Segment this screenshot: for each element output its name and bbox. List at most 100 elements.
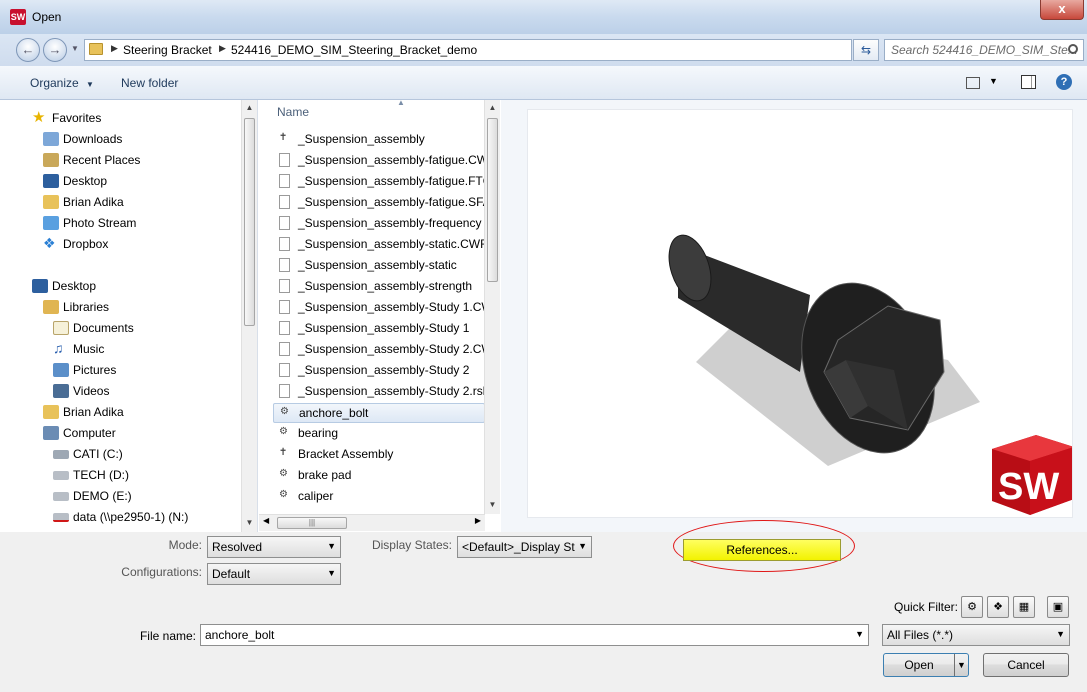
filter-top-level-assemblies-icon[interactable]: ▣	[1047, 596, 1069, 618]
file-list-scrollbar[interactable]: ▲ ▼	[484, 100, 500, 514]
file-row[interactable]: ⚙ caliper	[273, 487, 485, 507]
nav-scrollbar[interactable]: ▲ ▼	[241, 100, 257, 532]
chevron-down-icon: ▼	[71, 44, 79, 53]
nav-label: Documents	[73, 321, 134, 335]
file-list-horizontal-scrollbar[interactable]: ◀ ||| ▶	[259, 514, 485, 531]
back-button[interactable]: ←	[16, 38, 40, 62]
scroll-thumb[interactable]	[244, 118, 255, 326]
chevron-down-icon: ▼	[327, 568, 336, 578]
file-name: _Suspension_assembly-strength	[298, 279, 473, 293]
refresh-icon: ⇆	[860, 43, 872, 57]
file-row[interactable]: _Suspension_assembly-Study 1	[273, 319, 485, 339]
nav-label: Photo Stream	[63, 216, 137, 230]
file-row[interactable]: _Suspension_assembly-fatigue.FTC	[273, 172, 485, 192]
filter-parts-icon[interactable]: ⚙	[961, 596, 983, 618]
address-bar[interactable]: ▶ Steering Bracket ▶ 524416_DEMO_SIM_Ste…	[84, 39, 929, 61]
close-button[interactable]: x	[1040, 0, 1084, 20]
scroll-up-icon[interactable]: ▲	[485, 100, 500, 116]
file-name: caliper	[298, 489, 334, 503]
file-row[interactable]: _Suspension_assembly-frequency	[273, 214, 485, 234]
preview-pane-icon[interactable]	[1021, 75, 1036, 89]
open-label: Open	[904, 658, 934, 672]
scroll-left-icon[interactable]: ◀	[263, 516, 269, 525]
assembly-file-icon: ✝	[279, 447, 288, 458]
chevron-down-icon: ▼	[1056, 629, 1065, 639]
nav-label: TECH (D:)	[73, 468, 129, 482]
file-row[interactable]: _Suspension_assembly-static	[273, 256, 485, 276]
file-row[interactable]: _Suspension_assembly-Study 2.CWR	[273, 340, 485, 360]
forward-button[interactable]: →	[43, 38, 67, 62]
scroll-right-icon[interactable]: ▶	[475, 516, 481, 525]
file-row[interactable]: ⚙ bearing	[273, 424, 485, 444]
search-input[interactable]: Search 524416_DEMO_SIM_Ste...	[884, 39, 1084, 61]
file-icon	[279, 195, 290, 209]
part-file-icon: ⚙	[280, 406, 289, 417]
filter-assemblies-icon[interactable]: ❖	[987, 596, 1009, 618]
file-name-value: anchore_bolt	[205, 628, 275, 642]
file-icon	[279, 342, 290, 356]
cancel-button[interactable]: Cancel	[983, 653, 1069, 677]
nav-label: Pictures	[73, 363, 117, 377]
configurations-select[interactable]: Default ▼	[207, 563, 341, 585]
breadcrumb-steering-bracket[interactable]: Steering Bracket	[123, 43, 212, 57]
file-row[interactable]: _Suspension_assembly-fatigue.SFA	[273, 193, 485, 213]
nav-label: Computer	[63, 426, 116, 440]
display-states-select[interactable]: <Default>_Display St ▼	[457, 536, 592, 558]
scroll-up-icon[interactable]: ▲	[242, 100, 257, 116]
organize-button[interactable]: Organize ▼	[30, 76, 94, 90]
file-type-value: All Files (*.*)	[887, 628, 954, 642]
file-row[interactable]: _Suspension_assembly-Study 1.CWR	[273, 298, 485, 318]
scroll-thumb[interactable]: |||	[277, 517, 347, 529]
file-type-select[interactable]: All Files (*.*) ▼	[882, 624, 1070, 646]
mode-select[interactable]: Resolved ▼	[207, 536, 341, 558]
breadcrumb-separator-icon: ▶	[111, 43, 118, 53]
mode-label: Mode:	[168, 538, 202, 552]
solidworks-app-icon: SW	[10, 9, 26, 25]
pictures-icon	[53, 363, 69, 377]
window-title: Open	[32, 10, 62, 24]
scroll-down-icon[interactable]: ▼	[485, 497, 500, 513]
help-icon[interactable]: ?	[1056, 74, 1072, 90]
file-row[interactable]: _Suspension_assembly-Study 2	[273, 361, 485, 381]
file-row[interactable]: _Suspension_assembly-strength	[273, 277, 485, 297]
open-options-panel: Mode: Resolved ▼ Configurations: Default…	[0, 520, 1087, 692]
drive-icon	[53, 471, 69, 480]
breadcrumb-separator-icon: ▶	[219, 43, 226, 53]
scroll-thumb[interactable]	[487, 118, 498, 282]
downloads-icon	[43, 132, 59, 146]
history-dropdown[interactable]: ▼	[68, 38, 82, 62]
scroll-down-icon[interactable]: ▼	[242, 515, 257, 531]
file-row[interactable]: _Suspension_assembly-Study 2.rsl	[273, 382, 485, 402]
file-row[interactable]: ⚙ brake pad	[273, 466, 485, 486]
open-dropdown-chevron-icon[interactable]: ▼	[954, 654, 968, 676]
configurations-value: Default	[212, 567, 251, 581]
chevron-down-icon[interactable]: ▼	[989, 76, 998, 86]
new-folder-button[interactable]: New folder	[121, 76, 178, 90]
search-icon	[1068, 44, 1078, 54]
file-icon	[279, 258, 290, 272]
configurations-label: Configurations:	[121, 565, 202, 579]
nav-label: Brian Adika	[63, 195, 124, 209]
refresh-button[interactable]: ⇆	[853, 39, 879, 61]
view-options-icon[interactable]	[966, 77, 980, 89]
computer-icon	[43, 426, 59, 440]
file-row[interactable]: _Suspension_assembly-static.CWR	[273, 235, 485, 255]
file-name: anchore_bolt	[299, 406, 369, 420]
nav-label: Music	[73, 342, 105, 356]
search-placeholder: Search 524416_DEMO_SIM_Ste...	[891, 43, 1078, 57]
file-row[interactable]: ✝ Bracket Assembly	[273, 445, 485, 465]
file-name: _Suspension_assembly-fatigue.SFA	[298, 195, 485, 209]
references-button[interactable]: References...	[683, 539, 841, 561]
file-row[interactable]: _Suspension_assembly-fatigue.CWR	[273, 151, 485, 171]
quick-filter-label: Quick Filter:	[893, 600, 958, 614]
user-folder-icon	[43, 195, 59, 209]
file-row[interactable]: ✝ _Suspension_assembly	[273, 130, 485, 150]
filter-drawings-icon[interactable]: ▦	[1013, 596, 1035, 618]
file-name-input[interactable]: anchore_bolt ▼	[200, 624, 869, 646]
file-row-selected[interactable]: ⚙ anchore_bolt	[273, 403, 485, 423]
file-name: bearing	[298, 426, 339, 440]
name-column-header[interactable]: Name	[277, 105, 309, 119]
open-button[interactable]: Open ▼	[883, 653, 969, 677]
file-name: brake pad	[298, 468, 352, 482]
breadcrumb-current-folder[interactable]: 524416_DEMO_SIM_Steering_Bracket_demo	[231, 43, 477, 57]
